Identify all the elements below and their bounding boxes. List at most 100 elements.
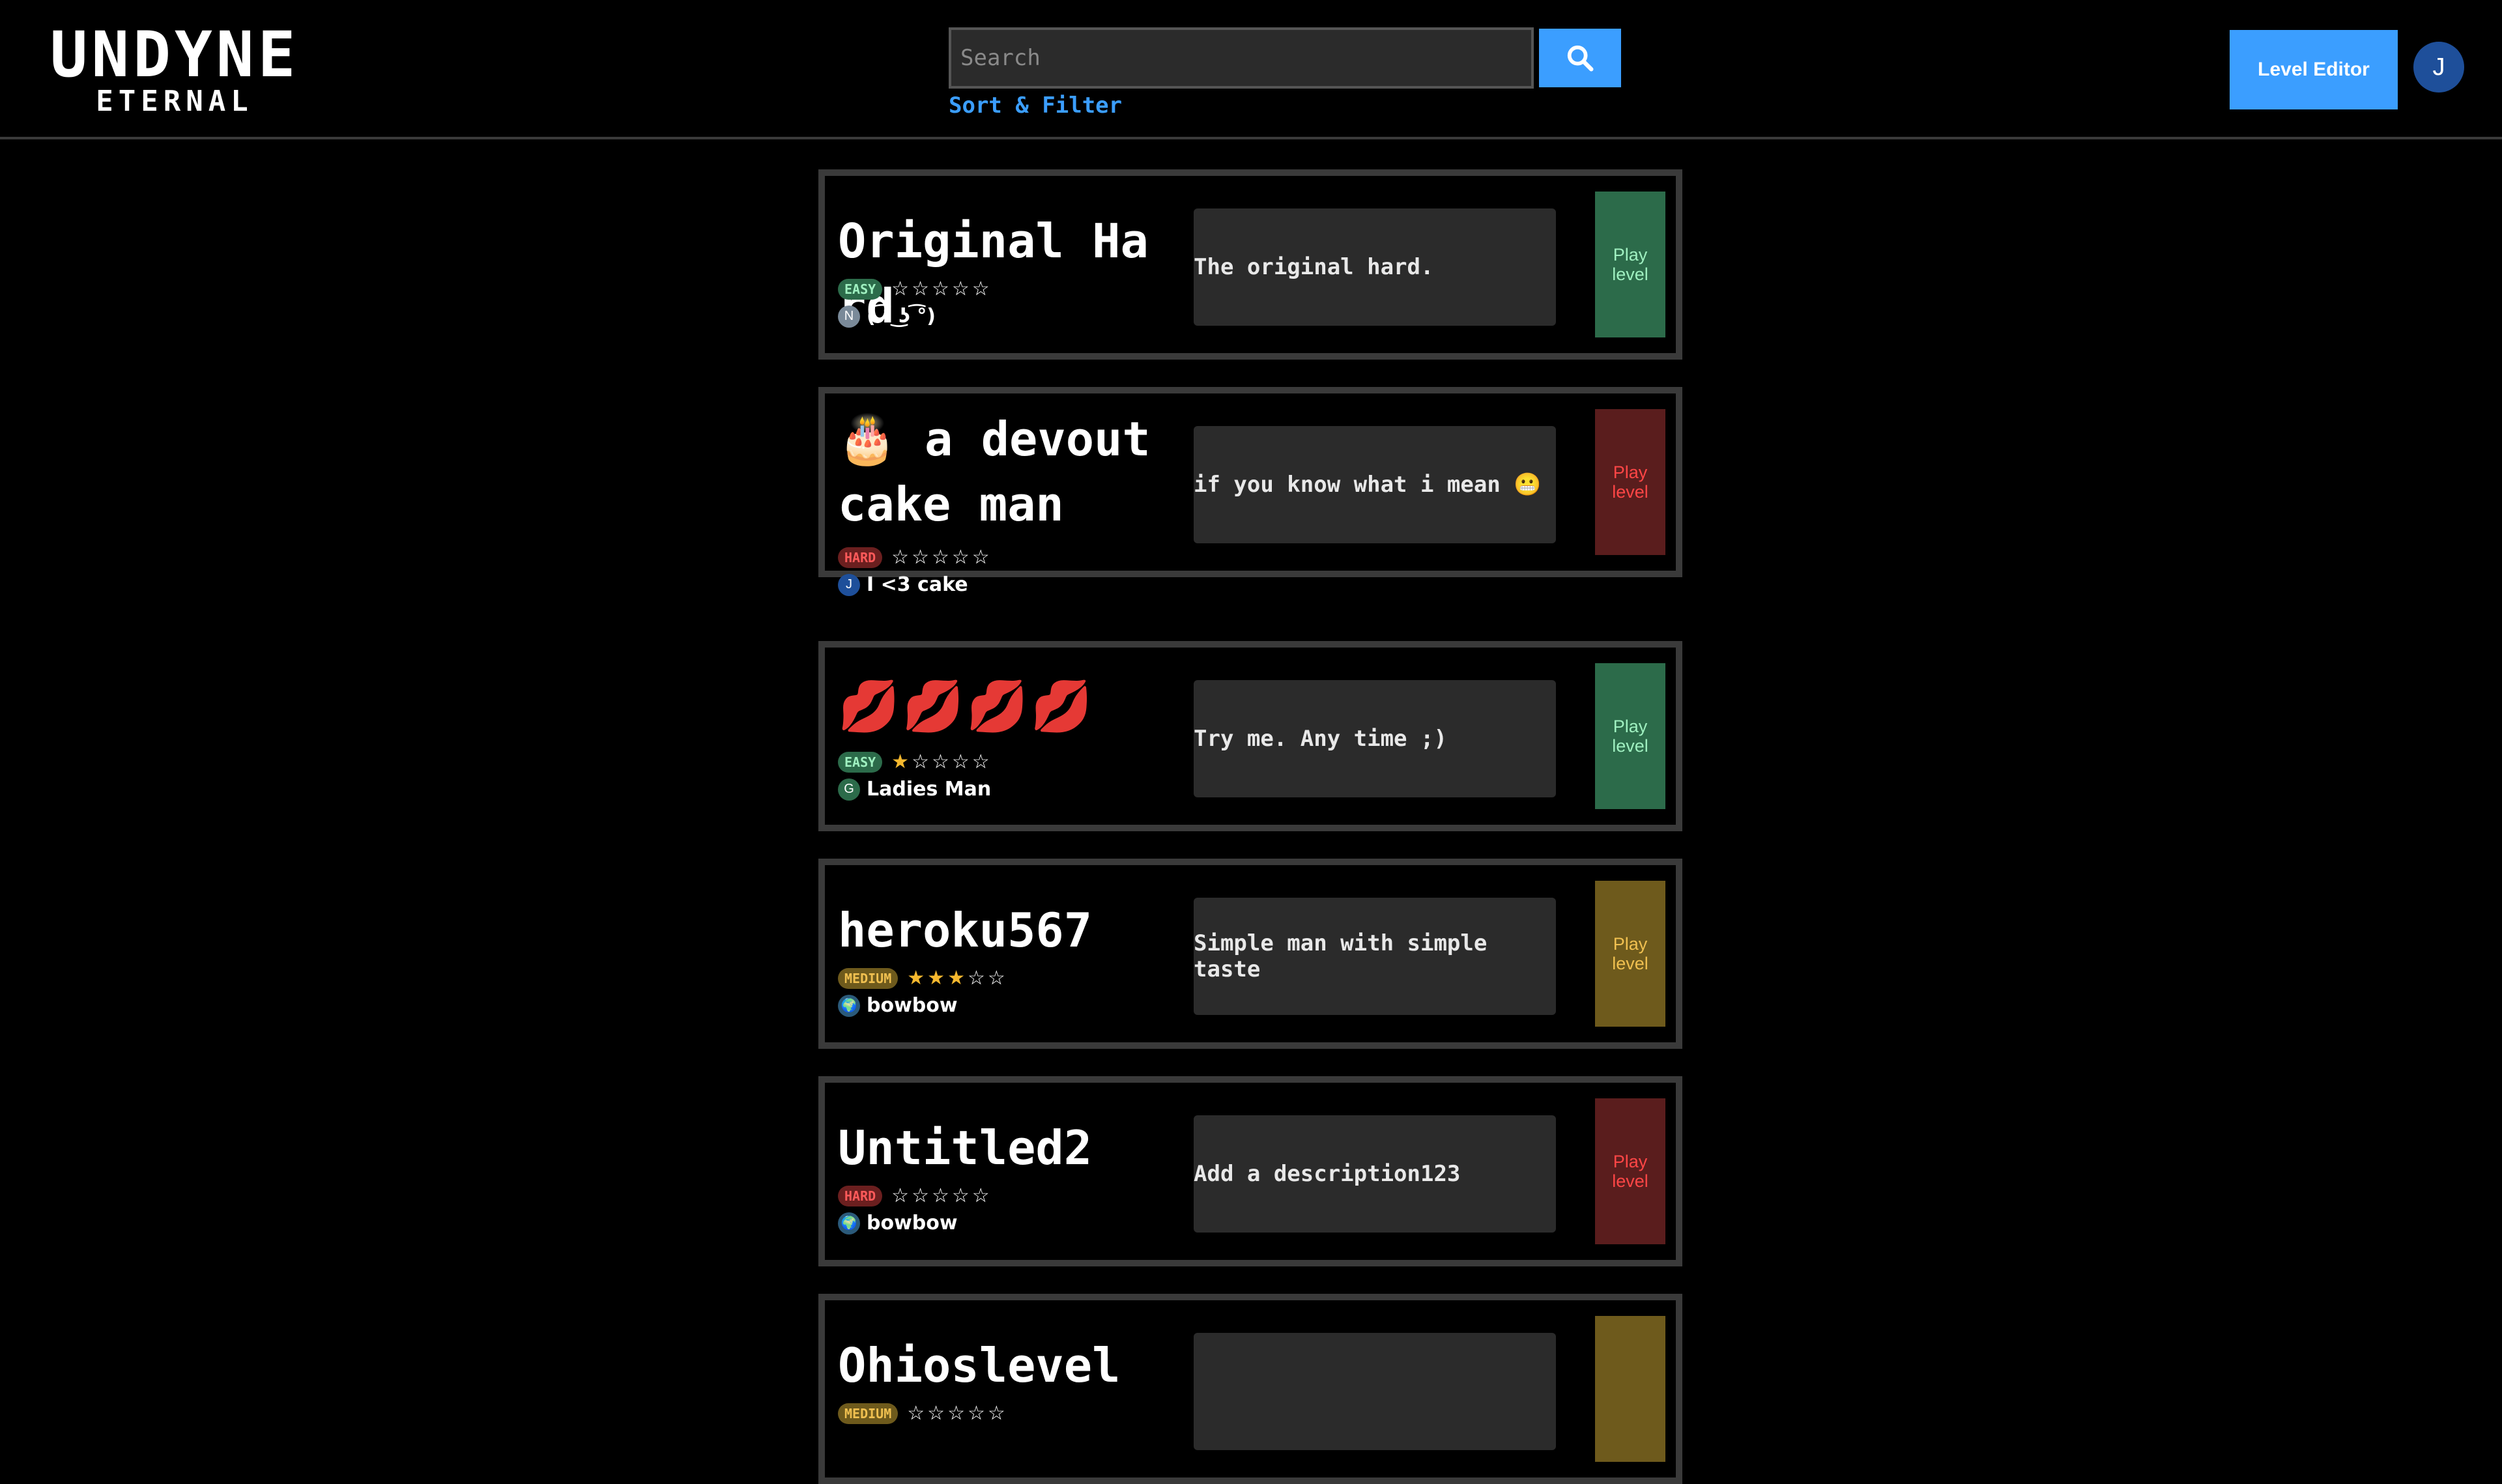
level-card[interactable]: Original Hard EASY ☆ ☆ ☆ ☆ ☆ N( ͡° ͜ʖ ͡°) The or… (818, 169, 1682, 360)
star-empty-icon[interactable]: ☆ (907, 1404, 925, 1423)
star-empty-icon[interactable]: ☆ (968, 969, 985, 988)
level-description (1194, 1333, 1556, 1450)
site-logo[interactable]: UNDYNE ETERNAL (25, 18, 324, 117)
difficulty-badge: HARD (838, 1186, 883, 1206)
level-card[interactable]: 🎂 a devout cake man HARD ☆ ☆ ☆ ☆ ☆ J I <3 cake if… (818, 387, 1682, 596)
level-author[interactable]: J I <3 cake (838, 573, 968, 596)
description-text: if you know what i mean 😬 (1194, 472, 1542, 498)
star-empty-icon[interactable]: ☆ (932, 1186, 949, 1206)
level-author[interactable]: 🌍 bowbow (838, 994, 958, 1017)
level-description: if you know what i mean 😬 (1194, 426, 1556, 543)
play-label-line1: Play (1613, 245, 1648, 264)
level-card[interactable]: 💋💋💋💋 EASY ★ ☆ ☆ ☆ ☆ G Ladies Man Try me. Any time… (818, 641, 1682, 831)
star-empty-icon[interactable]: ☆ (988, 969, 1005, 988)
rating-stars: ★ ★ ★ ☆ ☆ (907, 969, 1008, 988)
level-description: Try me. Any time ;) (1194, 680, 1556, 797)
rating-stars: ☆ ☆ ☆ ☆ ☆ (891, 1186, 992, 1206)
top-header: UNDYNE ETERNAL Sort & Filter Level Edito… (0, 0, 2502, 139)
level-author[interactable]: G Ladies Man (838, 778, 991, 801)
level-author[interactable]: N ( ͡° ͜ʖ ͡°) (838, 305, 936, 328)
star-filled-icon[interactable]: ★ (927, 969, 945, 988)
play-label-line2: level (1612, 1171, 1648, 1191)
description-text: Simple man with simple taste (1194, 930, 1488, 982)
star-empty-icon[interactable]: ☆ (912, 752, 929, 772)
star-empty-icon[interactable]: ☆ (912, 279, 929, 299)
star-filled-icon[interactable]: ★ (907, 969, 925, 988)
author-avatar: N (838, 305, 860, 328)
level-description: Add a description123 (1194, 1115, 1556, 1233)
star-empty-icon[interactable]: ☆ (891, 279, 909, 299)
play-level-button[interactable]: Play level (1595, 192, 1665, 337)
play-level-button[interactable]: Play level (1595, 409, 1665, 555)
difficulty-badge: HARD (838, 547, 883, 568)
level-description: Simple man with simple taste (1194, 898, 1556, 1015)
star-empty-icon[interactable]: ☆ (972, 279, 990, 299)
play-level-button[interactable]: Play level (1595, 663, 1665, 809)
level-title: Untitled2 (838, 1120, 1093, 1175)
rating-stars: ☆ ☆ ☆ ☆ ☆ (907, 1404, 1008, 1423)
rating-stars: ☆ ☆ ☆ ☆ ☆ (891, 279, 992, 299)
play-label-line2: level (1612, 482, 1648, 502)
play-level-button[interactable]: Play level (1595, 1098, 1665, 1244)
star-empty-icon[interactable]: ☆ (968, 1404, 985, 1423)
star-empty-icon[interactable]: ☆ (952, 279, 970, 299)
star-empty-icon[interactable]: ☆ (972, 548, 990, 567)
star-filled-icon[interactable]: ★ (891, 752, 909, 772)
star-empty-icon[interactable]: ☆ (952, 752, 970, 772)
level-editor-button[interactable]: Level Editor (2230, 30, 2398, 109)
search-button[interactable] (1539, 29, 1621, 87)
author-avatar: 🌍 (838, 994, 860, 1017)
level-meta: MEDIUM ★ ★ ★ ☆ ☆ (838, 968, 1008, 989)
author-avatar: G (838, 778, 860, 801)
level-author[interactable]: 🌍 bowbow (838, 1212, 958, 1234)
star-empty-icon[interactable]: ☆ (952, 1186, 970, 1206)
level-title: 🎂 a devout cake man (838, 412, 1151, 532)
play-level-button[interactable] (1595, 1316, 1665, 1462)
level-card[interactable]: Untitled2 HARD ☆ ☆ ☆ ☆ ☆ 🌍 bowbow Add a descripti… (818, 1076, 1682, 1266)
rating-stars: ☆ ☆ ☆ ☆ ☆ (891, 548, 992, 567)
star-empty-icon[interactable]: ☆ (912, 548, 929, 567)
sort-filter-link[interactable]: Sort & Filter (949, 93, 1122, 119)
level-card[interactable]: Ohioslevel MEDIUM ☆ ☆ ☆ ☆ ☆ (818, 1294, 1682, 1484)
play-label-line1: Play (1613, 1152, 1648, 1171)
star-empty-icon[interactable]: ☆ (932, 279, 949, 299)
play-label-line1: Play (1613, 463, 1648, 482)
level-meta: EASY ★ ☆ ☆ ☆ ☆ (838, 752, 992, 773)
author-name: Ladies Man (867, 778, 992, 801)
star-empty-icon[interactable]: ☆ (912, 1186, 929, 1206)
play-label: Play level (1612, 934, 1648, 973)
difficulty-badge: EASY (838, 752, 883, 773)
star-empty-icon[interactable]: ☆ (891, 1186, 909, 1206)
play-label-line2: level (1612, 954, 1648, 973)
difficulty-badge: MEDIUM (838, 1403, 899, 1424)
star-empty-icon[interactable]: ☆ (927, 1404, 945, 1423)
star-empty-icon[interactable]: ☆ (988, 1404, 1005, 1423)
star-empty-icon[interactable]: ☆ (972, 1186, 990, 1206)
level-description: The original hard. (1194, 208, 1556, 326)
star-empty-icon[interactable]: ☆ (891, 548, 909, 567)
author-avatar: J (838, 573, 860, 596)
star-empty-icon[interactable]: ☆ (947, 1404, 965, 1423)
logo-title: UNDYNE (50, 18, 300, 91)
difficulty-badge: EASY (838, 279, 883, 300)
play-label-line2: level (1612, 264, 1648, 284)
star-filled-icon[interactable]: ★ (947, 969, 965, 988)
user-avatar[interactable]: J (2413, 42, 2464, 93)
star-empty-icon[interactable]: ☆ (932, 752, 949, 772)
play-label: Play level (1612, 717, 1648, 756)
star-empty-icon[interactable]: ☆ (972, 752, 990, 772)
description-text: The original hard. (1194, 254, 1434, 280)
difficulty-badge: MEDIUM (838, 968, 899, 989)
play-label-line2: level (1612, 736, 1648, 756)
star-empty-icon[interactable]: ☆ (952, 548, 970, 567)
rating-stars: ★ ☆ ☆ ☆ ☆ (891, 752, 992, 772)
star-empty-icon[interactable]: ☆ (932, 548, 949, 567)
play-label-line1: Play (1613, 934, 1648, 954)
search-icon (1567, 45, 1594, 72)
level-meta: EASY ☆ ☆ ☆ ☆ ☆ (838, 279, 992, 300)
play-level-button[interactable]: Play level (1595, 881, 1665, 1027)
level-meta: HARD ☆ ☆ ☆ ☆ ☆ (838, 1186, 992, 1206)
search-input[interactable] (949, 27, 1534, 89)
level-card[interactable]: heroku567 MEDIUM ★ ★ ★ ☆ ☆ 🌍 bowbow Simple man wi… (818, 859, 1682, 1049)
author-name: bowbow (867, 1212, 958, 1234)
